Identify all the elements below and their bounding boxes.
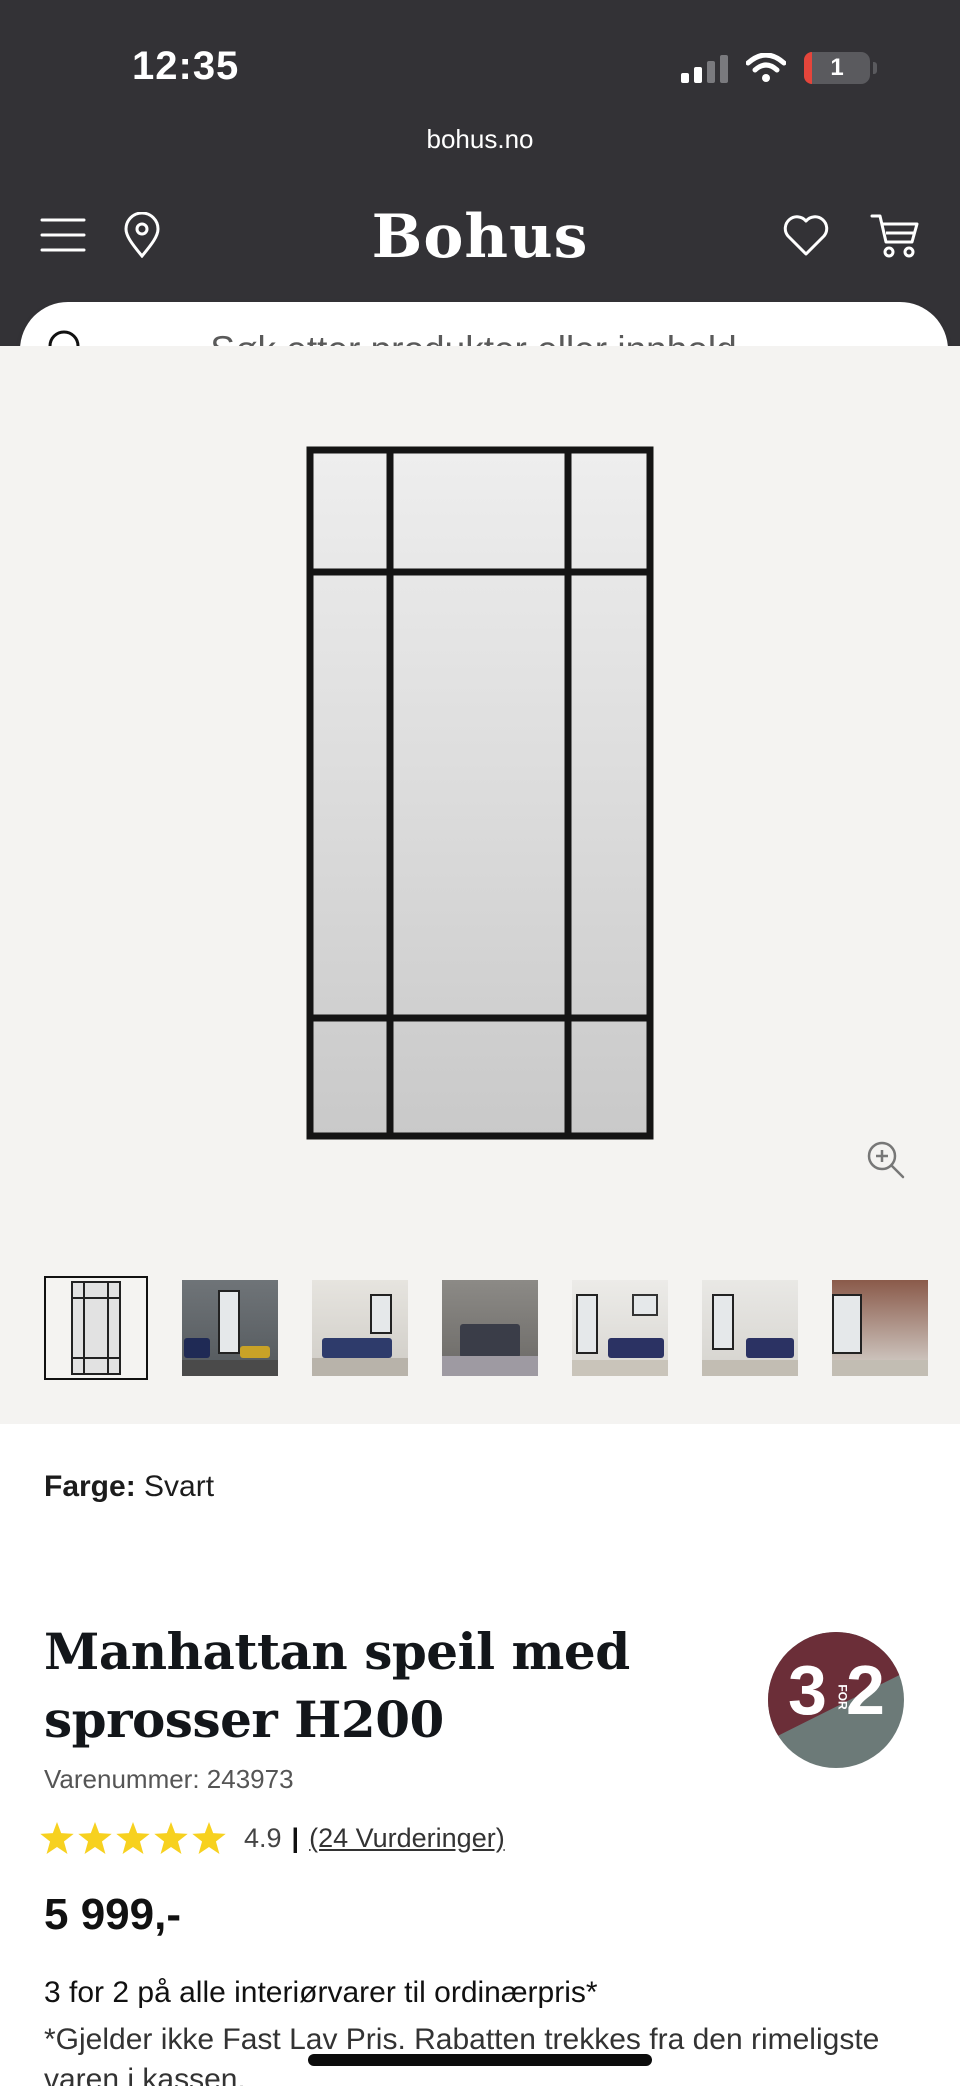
star-icon [40, 1822, 74, 1854]
battery-level: 1 [830, 54, 844, 81]
product-price: 5 999,- [44, 1890, 181, 1939]
heart-icon[interactable] [782, 213, 830, 257]
home-indicator[interactable] [308, 2054, 652, 2066]
three-for-two-badge: 3 FOR 2 [768, 1632, 904, 1768]
status-icons: 1 [681, 52, 877, 84]
cart-icon[interactable] [870, 212, 920, 258]
thumbnail-5[interactable] [572, 1280, 668, 1376]
product-image[interactable] [306, 446, 654, 1140]
rating-stars [40, 1822, 226, 1854]
battery-icon: 1 [804, 52, 877, 84]
star-icon [192, 1822, 226, 1854]
thumbnail-7[interactable] [832, 1280, 928, 1376]
product-title: Manhattan speil med sprosser H200 [44, 1622, 630, 1749]
thumbnail-3[interactable] [312, 1280, 408, 1376]
thumbnail-6[interactable] [702, 1280, 798, 1376]
rating-separator: | [291, 1822, 300, 1853]
browser-url[interactable]: bohus.no [0, 124, 960, 155]
color-value: Svart [144, 1470, 215, 1503]
color-selector[interactable]: Farge: Svart [44, 1470, 214, 1504]
nav-right [782, 212, 920, 258]
rating-row: 4.9 | (24 Vurderinger) [40, 1822, 505, 1854]
thumbnail-2[interactable] [182, 1280, 278, 1376]
thumbnail-strip [44, 1276, 960, 1380]
color-label: Farge: [44, 1470, 136, 1503]
zoom-icon[interactable] [866, 1140, 906, 1180]
promo-text: *Gjelder ikke Fast Lav Pris. Rabatten tr… [44, 2023, 880, 2086]
badge-right: 2 [846, 1651, 885, 1729]
thumbnail-4[interactable] [442, 1280, 538, 1376]
wifi-icon [746, 53, 786, 82]
status-time: 12:35 [132, 44, 240, 88]
star-icon [154, 1822, 188, 1854]
rating-count-link[interactable]: (24 Vurderinger) [309, 1823, 505, 1854]
sku-number: Varenummer: 243973 [44, 1764, 294, 1794]
badge-left: 3 [788, 1651, 827, 1729]
thumbnail-1[interactable] [44, 1276, 148, 1380]
app-header: 12:35 1 bohus.no Bohus [0, 0, 960, 346]
cellular-signal-icon [681, 53, 728, 83]
promo-title: 3 for 2 på alle interiørvarer til ordinæ… [44, 1976, 598, 2009]
star-icon [116, 1822, 150, 1854]
rating-value: 4.9 [244, 1822, 282, 1853]
star-icon [78, 1822, 112, 1854]
